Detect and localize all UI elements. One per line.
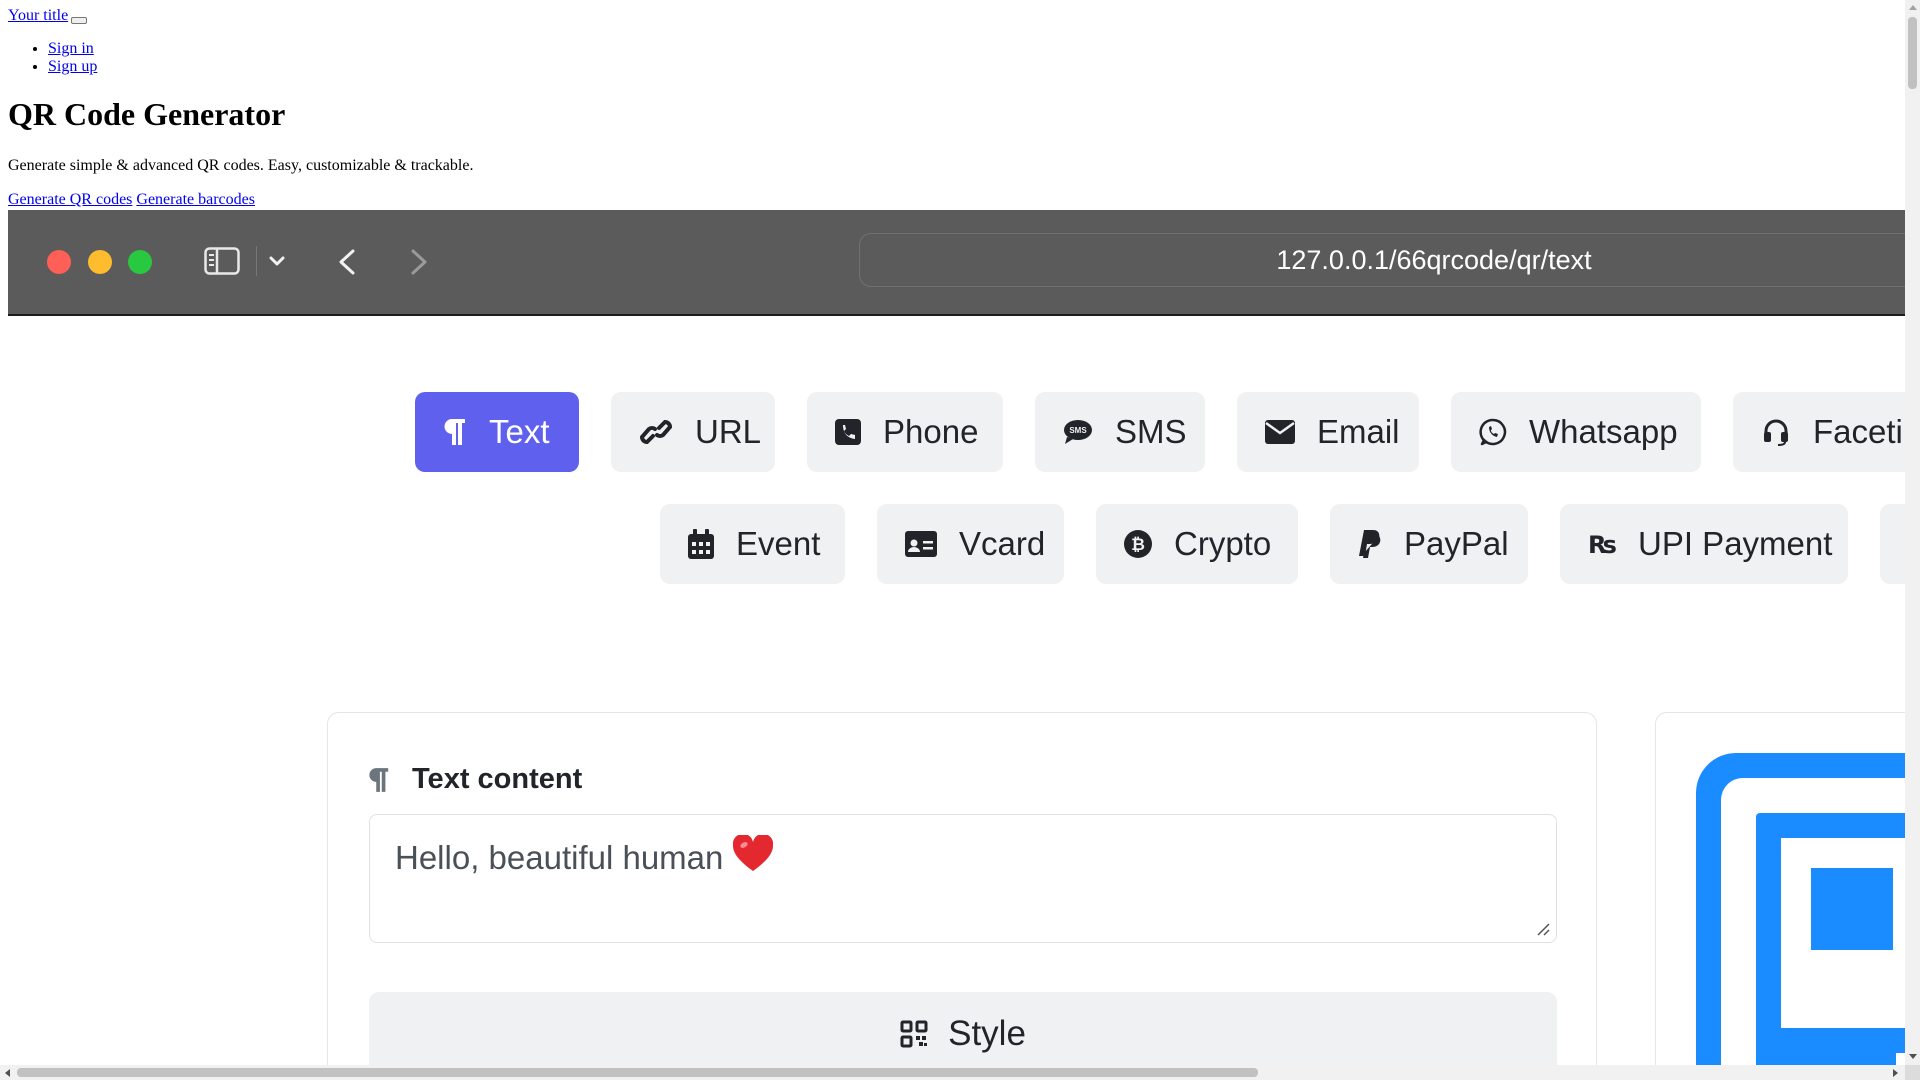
sign-in-link[interactable]: Sign in [48,40,94,57]
type-text-button: Text [415,392,579,472]
type-label: Text [489,413,550,450]
type-more-button [1880,504,1905,584]
qr-code-preview [1696,753,1905,1065]
close-window-dot [47,250,71,274]
browser-mockup: 127.0.0.1/66qrcode/qr/text Text URL Phon… [8,210,1905,1065]
page: Your title Sign in Sign up QR Code Gener… [0,0,1905,1065]
navbar-toggler-button[interactable] [71,17,88,24]
style-button: Style [369,992,1557,1065]
sign-up-link[interactable]: Sign up [48,58,97,75]
address-bar-url: 127.0.0.1/66qrcode/qr/text [1276,245,1592,275]
type-label: SMS [1115,413,1187,450]
page-subtitle: Generate simple & advanced QR codes. Eas… [8,157,474,174]
phone-icon [835,419,861,445]
brand-link[interactable]: Your title [8,7,68,24]
horizontal-scroll-thumb[interactable] [17,1068,1258,1077]
browser-toolbar: 127.0.0.1/66qrcode/qr/text [8,210,1905,316]
id-card-icon [905,531,937,557]
type-phone-button: Phone [807,392,1003,472]
generate-qr-link[interactable]: Generate QR codes [8,191,132,208]
type-label: URL [695,413,762,450]
qrcode-icon [900,1020,928,1048]
svg-text:SMS: SMS [1069,426,1087,435]
scroll-left-arrow-icon[interactable] [5,1069,10,1077]
list-item: Sign in [48,40,97,58]
envelope-icon [1265,420,1295,444]
type-label: PayPal [1404,525,1509,562]
qr-type-row-2: Event Vcard ₿ Crypto PayPal ₨ UPI Paymen… [8,504,1905,584]
paypal-icon [1359,530,1381,558]
scrollbar-corner [1905,1065,1920,1080]
vertical-scroll-thumb[interactable] [1908,17,1917,89]
rupee-icon: ₨ [1588,531,1616,558]
auth-links: Sign in Sign up [0,40,97,76]
type-sms-button: SMS SMS [1035,392,1205,472]
type-label: Whatsapp [1529,413,1678,450]
scroll-right-arrow-icon[interactable] [1893,1069,1898,1077]
scroll-up-arrow-icon[interactable] [1909,5,1917,10]
sms-icon: SMS [1064,420,1092,444]
horizontal-scrollbar[interactable] [0,1065,1905,1080]
back-arrow-icon [339,249,355,275]
textarea-value: Hello, beautiful human [395,839,724,876]
minimize-window-dot [88,250,112,274]
sidebar-icon [204,247,240,275]
chevron-down-icon [269,256,285,266]
field-label: Text content [368,763,582,796]
vertical-scrollbar[interactable] [1905,0,1920,1080]
calendar-icon [688,529,714,559]
type-label: Vcard [959,525,1046,562]
type-paypal-button: PayPal [1330,504,1528,584]
type-label: Crypto [1174,525,1272,562]
list-item: Sign up [48,58,97,76]
qr-preview-card [1655,712,1905,1065]
type-url-button: URL [611,392,775,472]
headset-icon [1764,419,1788,446]
field-label-text: Text content [412,763,583,795]
paragraph-icon [444,419,465,445]
type-crypto-button: ₿ Crypto [1096,504,1298,584]
type-vcard-button: Vcard [877,504,1064,584]
type-upi-button: ₨ UPI Payment [1560,504,1848,584]
svg-text:₨: ₨ [1588,531,1616,558]
generate-barcodes-link[interactable]: Generate barcodes [136,191,255,208]
heart-emoji-icon [733,835,774,871]
toolbar-divider [256,246,257,276]
hero-links: Generate QR codes Generate barcodes [8,191,255,209]
type-label: Email [1317,413,1400,450]
type-event-button: Event [660,504,845,584]
forward-arrow-icon [411,249,427,275]
navbar-brand: Your title [8,7,88,25]
type-whatsapp-button: Whatsapp [1451,392,1701,472]
whatsapp-icon [1479,418,1507,446]
qr-type-row-1: Text URL Phone SMS SMS Email Whatsapp Fa… [8,392,1905,472]
type-facetime-button: Facetim [1733,392,1905,472]
text-content-textarea: Hello, beautiful human [369,814,1557,943]
text-content-card: Text content Hello, beautiful human Styl… [327,712,1597,1065]
type-label: Event [736,525,821,562]
paragraph-icon [369,767,389,792]
page-title: QR Code Generator [8,96,286,132]
link-icon [639,419,673,445]
bitcoin-icon: ₿ [1124,530,1152,558]
type-label: UPI Payment [1638,525,1833,562]
svg-text:₿: ₿ [1131,535,1145,554]
type-label: Phone [883,413,979,450]
resize-handle-icon [1537,923,1550,936]
type-label: Facetim [1813,413,1905,450]
scroll-down-arrow-icon[interactable] [1909,1054,1917,1059]
maximize-window-dot [128,250,152,274]
style-label: Style [948,1014,1026,1053]
type-email-button: Email [1237,392,1419,472]
